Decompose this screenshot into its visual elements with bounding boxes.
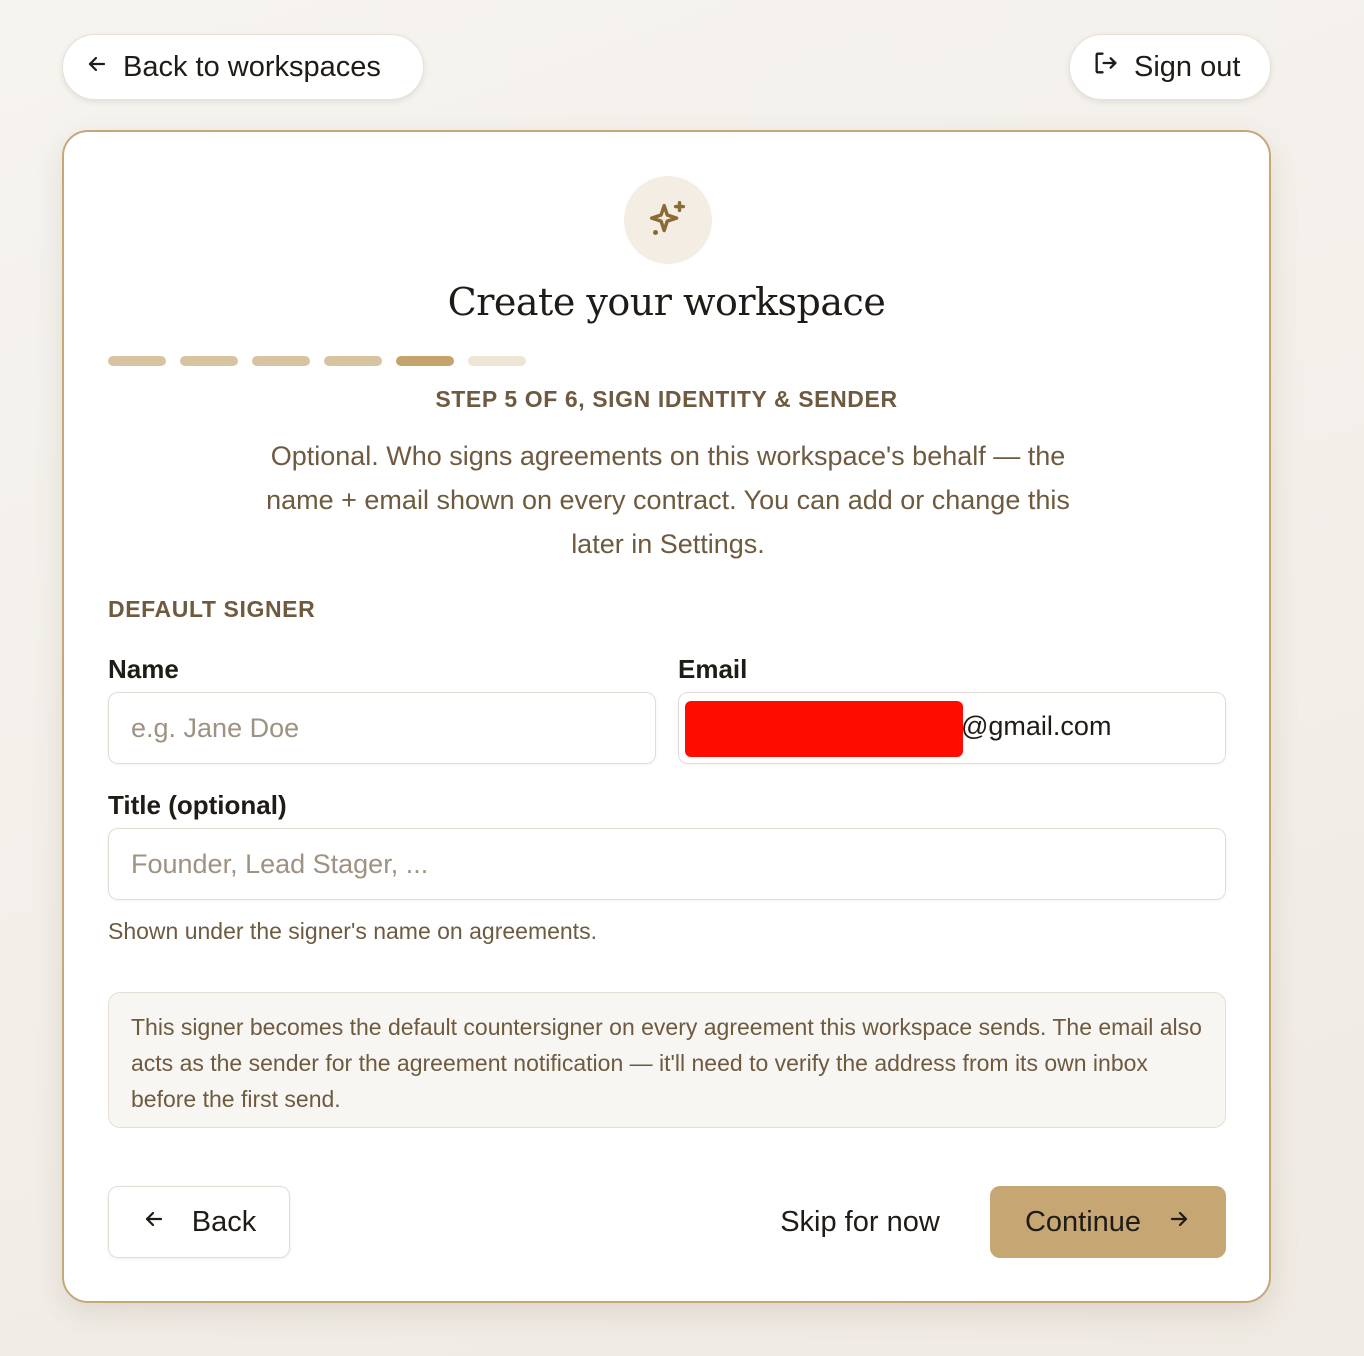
step-description: Optional. Who signs agreements on this w… [266, 441, 1070, 559]
email-input[interactable]: @gmail.com [678, 692, 1226, 764]
log-out-icon [1092, 49, 1120, 85]
progress-segment-1 [108, 356, 166, 366]
sign-out-button[interactable]: Sign out [1069, 34, 1271, 100]
progress-segment-2 [180, 356, 238, 366]
name-label: Name [108, 654, 179, 684]
title-label: Title (optional) [108, 790, 287, 820]
back-label: Back [191, 1205, 257, 1238]
back-button[interactable]: Back [108, 1186, 290, 1258]
onboarding-card: Create your workspace STEP 5 OF 6, SIGN … [62, 130, 1271, 1303]
sign-out-label: Sign out [1134, 50, 1241, 83]
skip-button[interactable]: Skip for now [770, 1186, 950, 1258]
redaction-block [685, 701, 963, 757]
progress-segment-3 [252, 356, 310, 366]
back-to-workspaces-button[interactable]: Back to workspaces [62, 34, 424, 100]
arrow-left-icon [85, 51, 109, 84]
section-label: DEFAULT SIGNER [108, 596, 316, 622]
back-to-workspaces-label: Back to workspaces [123, 50, 381, 83]
arrow-right-icon [1167, 1206, 1191, 1239]
arrow-left-icon [142, 1206, 166, 1239]
name-input[interactable] [108, 692, 656, 764]
title-hint: Shown under the signer's name on agreeme… [108, 918, 597, 944]
sparkles-icon [624, 176, 712, 264]
title-input[interactable] [108, 828, 1226, 900]
email-value: @gmail.com [961, 711, 1112, 741]
step-label: STEP 5 OF 6, SIGN IDENTITY & SENDER [435, 386, 898, 412]
progress-segment-5 [396, 356, 454, 366]
continue-label: Continue [1024, 1205, 1142, 1238]
progress-segment-6 [468, 356, 526, 366]
page-title: Create your workspace [447, 280, 886, 324]
email-label: Email [678, 654, 748, 684]
progress-segment-4 [324, 356, 382, 366]
continue-button[interactable]: Continue [990, 1186, 1226, 1258]
info-callout: This signer becomes the default counters… [108, 992, 1226, 1128]
step-progress [108, 356, 526, 366]
